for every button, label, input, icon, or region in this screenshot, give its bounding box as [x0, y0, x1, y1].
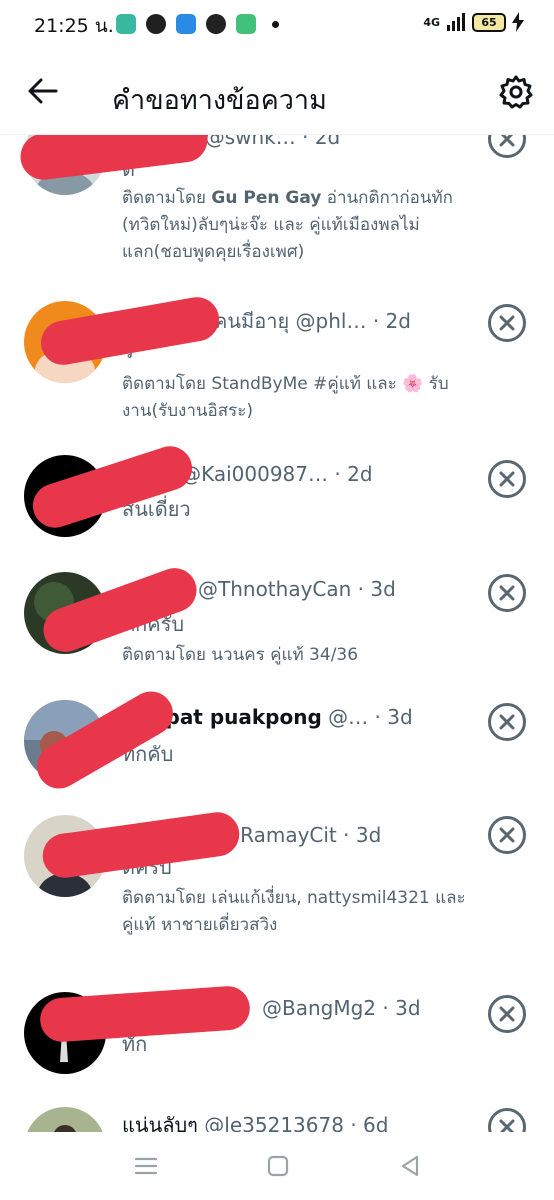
- messenger-icon: [146, 14, 166, 34]
- context-prefix: ติดตามโดย: [122, 888, 212, 908]
- charging-icon: [512, 12, 524, 32]
- signal-icon: [447, 13, 465, 31]
- sender-handle: @ThnothayCan: [198, 577, 352, 601]
- sender-name: apat puakpong: [152, 705, 322, 729]
- more-notifications-icon: [272, 20, 279, 28]
- list-item[interactable]: _£ @Kai000987… · 2d สนเดี่ยว: [0, 435, 554, 560]
- app-notification-icon: [236, 14, 256, 34]
- message-time: · 2d: [302, 135, 341, 149]
- list-item[interactable]: @BangMg2 · 3d ทัก: [0, 980, 554, 1095]
- message-time: · 2d: [372, 309, 411, 333]
- context-prefix: ติดตามโดย: [122, 645, 212, 665]
- sender-line: แน่นลับๆ @le35213678 · 6d: [122, 1109, 388, 1132]
- list-item[interactable]: apat puakpong @… · 3d ทักคับ: [0, 683, 554, 805]
- dismiss-icon[interactable]: [487, 994, 527, 1034]
- dismiss-icon[interactable]: [487, 459, 527, 499]
- dismiss-icon[interactable]: [487, 573, 527, 613]
- message-time: · 2d: [334, 462, 373, 486]
- network-type: 4G: [423, 15, 440, 29]
- redaction-mark: [17, 135, 211, 183]
- context-bold: Gu Pen Gay: [211, 188, 322, 208]
- back-arrow-icon[interactable]: [26, 74, 60, 108]
- list-item[interactable]: คนมีอายุ @phl… · 2d ว ติดตามโดย StandByM…: [0, 285, 554, 435]
- followed-by-context: ติดตามโดย StandByMe #คู่แท้ และ 🌸 รับงาน…: [122, 371, 467, 425]
- status-app-icons: [116, 14, 279, 34]
- app-notification-icon: [176, 14, 196, 34]
- header: คำขอทางข้อความ: [0, 50, 554, 135]
- status-right: 4G 65: [423, 12, 524, 32]
- message-time: · 3d: [357, 577, 396, 601]
- sender-handle: @le35213678: [197, 1113, 344, 1132]
- list-item[interactable]: ง @RamayCit · 3d ดีครับ ติดตามโดย เล่นแก…: [0, 805, 554, 980]
- status-bar: 21:25 น. 4G 65: [0, 0, 554, 50]
- dismiss-icon[interactable]: [487, 303, 527, 343]
- sender-handle: @…: [321, 705, 369, 729]
- dismiss-icon[interactable]: [487, 815, 527, 855]
- message-time: · 3d: [343, 823, 382, 847]
- list-item[interactable]: 977951 @swnk… · 2d ด ติดตามโดย Gu Pen Ga…: [0, 135, 554, 285]
- context-prefix: ติดตามโดย: [122, 188, 212, 208]
- message-time: · 6d: [350, 1113, 389, 1132]
- back-triangle-icon[interactable]: [396, 1152, 424, 1180]
- menu-icon[interactable]: [132, 1152, 160, 1180]
- dismiss-icon[interactable]: [487, 1107, 527, 1132]
- sender-name: แน่นลับๆ: [122, 1113, 198, 1132]
- app-notification-icon: [116, 14, 136, 34]
- message-time: · 3d: [374, 705, 413, 729]
- sender-handle: @BangMg2: [262, 996, 377, 1020]
- list-item[interactable]: แน่นลับๆ @le35213678 · 6d: [0, 1095, 554, 1132]
- sender-handle: คนมีอายุ @phl…: [214, 309, 367, 333]
- app-notification-icon: [206, 14, 226, 34]
- followed-by-context: ติดตามโดย เล่นแก้เงี่ยน, nattysmil4321 แ…: [122, 885, 467, 939]
- list-item[interactable]: @ThnothayCan · 3d ทักครับ ติดตามโดย นวนค…: [0, 560, 554, 690]
- dismiss-icon[interactable]: [487, 135, 527, 159]
- context-text: นวนคร คู่แท้ 34/36: [211, 645, 359, 665]
- status-time: 21:25 น.: [34, 15, 114, 37]
- page-title: คำขอทางข้อความ: [112, 85, 327, 116]
- avatar[interactable]: [24, 1107, 106, 1132]
- message-request-list: 977951 @swnk… · 2d ด ติดตามโดย Gu Pen Ga…: [0, 135, 554, 1132]
- system-navigation-bar: [0, 1132, 554, 1200]
- gear-icon[interactable]: [498, 74, 534, 110]
- message-time: · 3d: [382, 996, 421, 1020]
- dismiss-icon[interactable]: [487, 702, 527, 742]
- home-square-icon[interactable]: [264, 1152, 292, 1180]
- followed-by-context: ติดตามโดย Gu Pen Gay อ่านกติกาก่อนทัก (ท…: [122, 185, 467, 266]
- battery-icon: 65: [472, 12, 506, 32]
- followed-by-context: ติดตามโดย นวนคร คู่แท้ 34/36: [122, 642, 467, 669]
- context-prefix: ติดตามโดย: [122, 374, 212, 394]
